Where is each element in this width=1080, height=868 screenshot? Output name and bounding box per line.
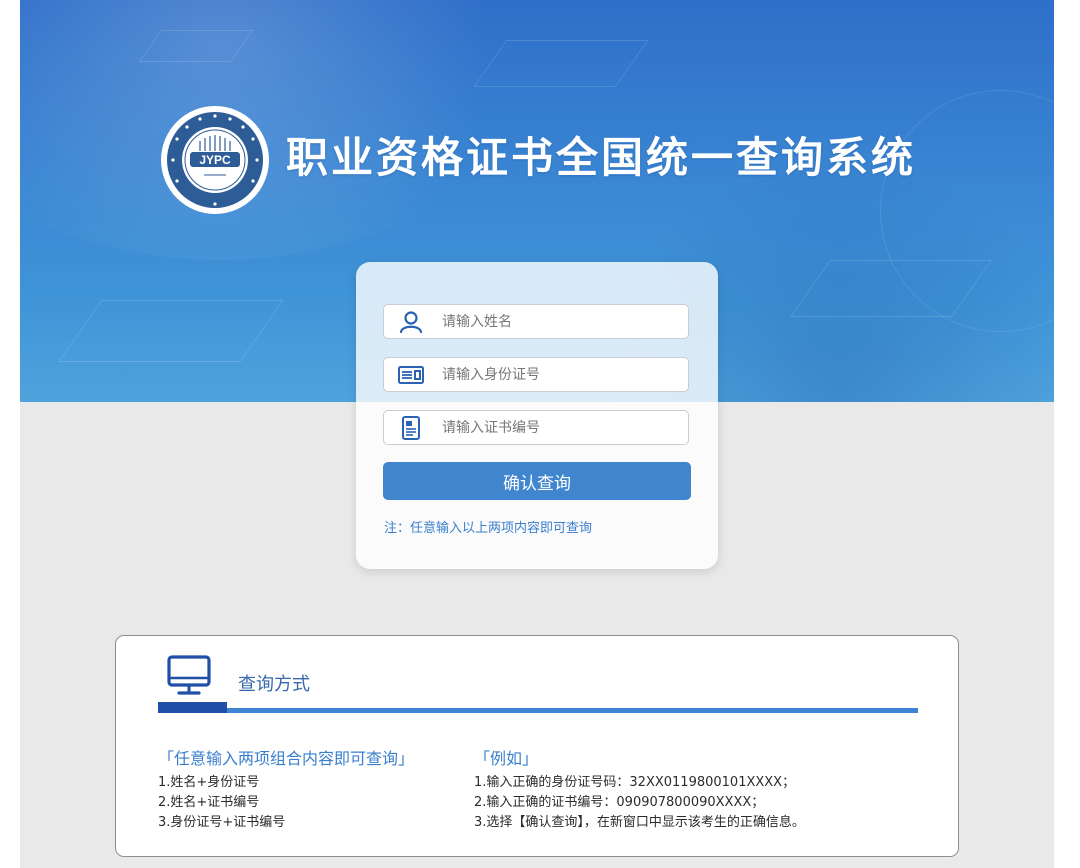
query-form-card: 确认查询 注：任意输入以上两项内容即可查询	[356, 262, 718, 569]
combination-list: 「任意输入两项组合内容即可查询」 1.姓名+身份证号 2.姓名+证书编号 3.身…	[158, 747, 458, 833]
panel-title: 查询方式	[238, 674, 310, 695]
certificate-number-field[interactable]	[383, 410, 689, 445]
monitor-icon	[167, 655, 211, 695]
example-heading: 「例如」	[474, 749, 539, 768]
combination-item: 2.姓名+证书编号	[158, 795, 260, 810]
query-method-panel: 查询方式 「任意输入两项组合内容即可查询」 1.姓名+身份证号 2.姓名+证书编…	[115, 635, 959, 857]
name-input[interactable]	[442, 305, 677, 338]
combination-item: 3.身份证号+证书编号	[158, 815, 286, 830]
svg-text:JYPC: JYPC	[199, 153, 231, 167]
certificate-number-input[interactable]	[442, 411, 677, 444]
certificate-icon	[402, 416, 420, 440]
site-title: 职业资格证书全国统一查询系统	[286, 133, 917, 182]
panel-divider-accent	[158, 702, 227, 713]
id-number-field[interactable]	[383, 357, 689, 392]
combination-heading: 「任意输入两项组合内容即可查询」	[158, 749, 415, 768]
query-hint-note: 注：任意输入以上两项内容即可查询	[384, 521, 593, 536]
id-number-input[interactable]	[442, 358, 677, 391]
name-field[interactable]	[383, 304, 689, 339]
id-card-icon	[398, 366, 424, 384]
example-item: 1.输入正确的身份证号码：32XX0119800101XXXX；	[474, 775, 796, 790]
example-item: 2.输入正确的证书编号：090907800090XXXX；	[474, 795, 765, 810]
page: JYPC 职业资格证书全国统一查询系统 请输入姓名 请输入身份证号 请输入证书编…	[20, 0, 1054, 868]
combination-item: 1.姓名+身份证号	[158, 775, 260, 790]
logo: JYPC	[160, 105, 270, 215]
example-item: 3.选择【确认查询】，在新窗口中显示该考生的正确信息。	[474, 815, 805, 830]
user-icon	[399, 311, 423, 334]
confirm-query-button[interactable]: 确认查询	[383, 462, 691, 500]
panel-divider	[158, 708, 918, 713]
seal-emblem-icon: JYPC	[161, 106, 269, 214]
example-list: 「例如」 1.输入正确的身份证号码：32XX0119800101XXXX； 2.…	[474, 747, 934, 833]
